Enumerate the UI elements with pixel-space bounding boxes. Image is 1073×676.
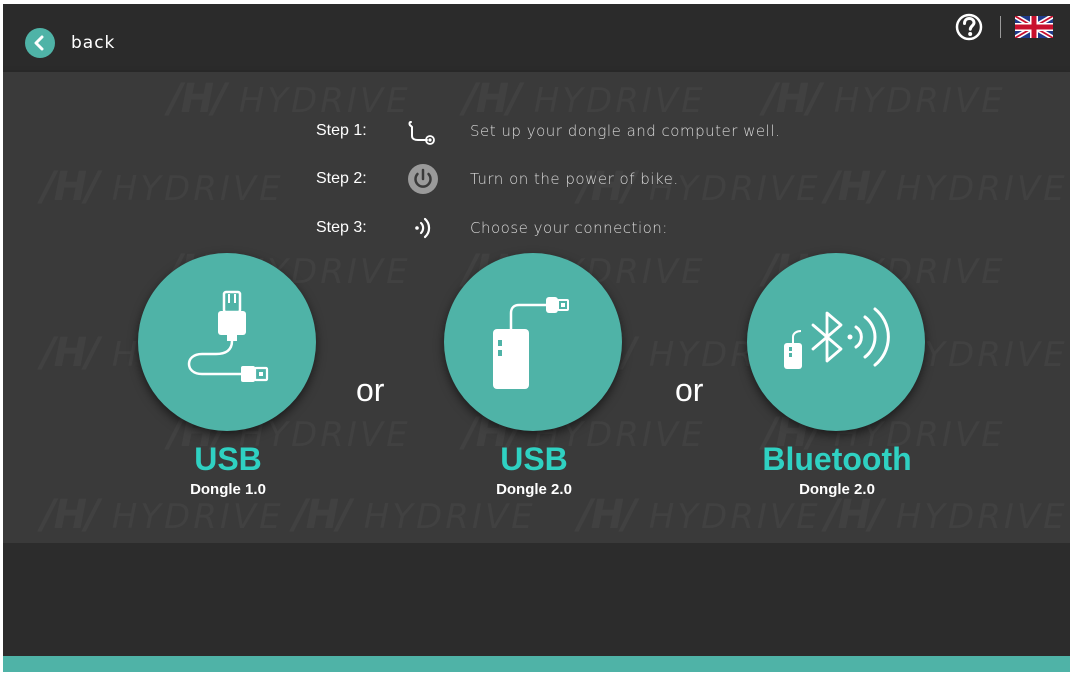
option-title: Bluetooth bbox=[762, 441, 912, 477]
step-description: Turn on the power of bike. bbox=[470, 170, 679, 188]
footer-area bbox=[3, 543, 1070, 656]
app-frame: back /H/HYDRIVE /H/HYDRIVE /H/HYDRIVE /H… bbox=[3, 4, 1070, 672]
bluetooth-icon bbox=[784, 307, 890, 369]
connection-panel: /H/HYDRIVE /H/HYDRIVE /H/HYDRIVE /H/HYDR… bbox=[3, 72, 1070, 543]
watermark: /H/HYDRIVE bbox=[41, 492, 284, 538]
option-circle[interactable] bbox=[747, 253, 925, 431]
option-subtitle: Dongle 2.0 bbox=[799, 481, 875, 498]
step-label: Step 2: bbox=[316, 170, 367, 187]
watermark: /H/HYDRIVE bbox=[578, 492, 821, 538]
power-icon bbox=[398, 164, 448, 194]
chevron-left-icon[interactable] bbox=[25, 28, 55, 58]
option-subtitle: Dongle 2.0 bbox=[496, 481, 572, 498]
watermark: /H/HYDRIVE bbox=[41, 164, 284, 210]
step-description: Set up your dongle and computer well. bbox=[470, 122, 781, 140]
wireless-signal-icon bbox=[398, 213, 448, 243]
watermark: /H/HYDRIVE bbox=[293, 492, 536, 538]
watermark: /H/HYDRIVE bbox=[825, 164, 1068, 210]
option-title: USB bbox=[194, 441, 262, 477]
step-3: Step 3: Choose your connection: bbox=[316, 213, 668, 243]
back-button[interactable]: back bbox=[25, 28, 115, 58]
usb-cable-icon bbox=[187, 290, 269, 382]
or-separator: or bbox=[675, 372, 704, 408]
option-title: USB bbox=[500, 441, 568, 477]
option-subtitle: Dongle 1.0 bbox=[190, 481, 266, 498]
help-icon[interactable] bbox=[954, 12, 984, 42]
step-1: Step 1: Set up your dongle and computer … bbox=[316, 116, 780, 146]
step-2: Step 2: Turn on the power of bike. bbox=[316, 164, 679, 194]
footer-accent-bar bbox=[3, 656, 1070, 672]
top-bar: back bbox=[3, 4, 1070, 72]
uk-flag-icon[interactable] bbox=[1015, 16, 1053, 38]
option-circle[interactable] bbox=[444, 253, 622, 431]
or-separator: or bbox=[356, 372, 385, 408]
option-circle[interactable] bbox=[138, 253, 316, 431]
step-description: Choose your connection: bbox=[470, 219, 668, 237]
watermark: /H/HYDRIVE bbox=[825, 492, 1068, 538]
usb-dongle-box-icon bbox=[493, 297, 569, 389]
cable-icon bbox=[398, 116, 448, 146]
header-divider bbox=[1000, 16, 1001, 38]
step-label: Step 3: bbox=[316, 219, 367, 236]
step-label: Step 1: bbox=[316, 122, 367, 139]
watermark: /H/HYDRIVE bbox=[763, 76, 1006, 122]
back-label[interactable]: back bbox=[71, 33, 115, 53]
